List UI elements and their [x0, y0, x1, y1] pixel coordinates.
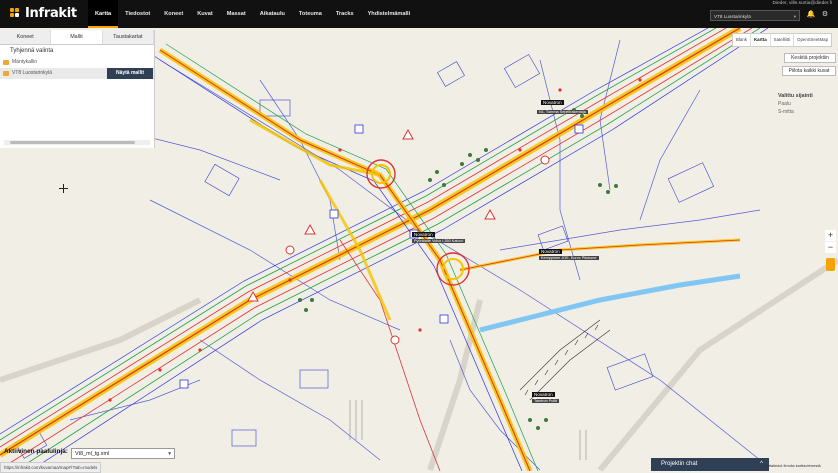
hide-all-images-label: Piilota kaikki kuvat	[788, 68, 830, 74]
machine-detail: Tamtron Pultti	[532, 399, 560, 403]
folder-item[interactable]: Mäntykallio	[0, 57, 154, 68]
tab-taustakartat[interactable]: Taustakartat	[102, 30, 154, 44]
nav-kartta[interactable]: Kartta	[88, 0, 119, 28]
offset-label: S-mitta	[778, 109, 794, 115]
clear-selection-link[interactable]: Tyhjennä valinta	[0, 45, 154, 57]
folder-icon	[3, 60, 9, 65]
chevron-down-icon: ▾	[793, 14, 796, 19]
machine-label: Novatron	[532, 392, 555, 397]
project-select[interactable]: VT8 Luostarinkylä ▾	[710, 10, 800, 21]
zoom-out-button[interactable]: −	[825, 242, 836, 253]
nav-aikataulu[interactable]: Aikataulu	[253, 0, 292, 28]
folder-item[interactable]: VT8 Luostarinkylä Näytä mallit	[0, 68, 154, 79]
gear-icon[interactable]: ⚙	[820, 10, 830, 20]
machine-label: Novatron	[539, 249, 562, 254]
map-type-switcher: Blank Kartta Satelliitti OpenStreetMap	[732, 33, 833, 47]
bell-icon[interactable]: 🔔	[806, 10, 816, 20]
machine-detail: Pyörälaite Volvo L350 Kaivuri	[412, 239, 466, 243]
machine-detail: N1, Tumma Sepelirakentaja	[537, 110, 588, 114]
logo-icon	[10, 7, 22, 20]
folder-label: Mäntykallio	[12, 59, 38, 65]
station-label: Paalu	[778, 101, 791, 107]
horizontal-scrollbar[interactable]	[4, 140, 150, 145]
machine-detail: Kemppinen JOE, Eurox Pitokone	[539, 256, 599, 260]
nav-yhdistelmamalli[interactable]: Yhdistelmämalli	[361, 0, 418, 28]
app-name: Infrakit	[25, 6, 77, 21]
tab-mallit[interactable]: Mallit	[51, 30, 103, 44]
machine-label: Novatron	[541, 100, 564, 105]
machine-marker[interactable]: Novatron Pyörälaite Volvo L350 Kaivuri	[412, 232, 466, 244]
selected-location-title: Valittu sijainti	[778, 93, 813, 99]
layers-panel: Koneet Mallit Taustakartat Tyhjennä vali…	[0, 30, 155, 148]
machine-label: Novatron	[412, 232, 435, 237]
folder-icon	[3, 71, 9, 76]
chevron-down-icon: ▾	[168, 451, 171, 457]
selected-location-panel: Valittu sijainti Paalu S-mitta	[778, 92, 836, 116]
center-project-button[interactable]: Keskitä projektiin	[784, 53, 836, 63]
nav-tracks[interactable]: Tracks	[329, 0, 361, 28]
project-select-value: VT8 Luostarinkylä	[714, 14, 751, 19]
app-logo[interactable]: Infrakit	[10, 6, 77, 21]
status-bar-url: https://infrakit.com/kuvamaa/map#/?tab=m…	[0, 462, 102, 473]
machine-marker[interactable]: Novatron	[541, 100, 564, 106]
maptype-osm[interactable]: OpenStreetMap	[794, 34, 831, 46]
show-models-button[interactable]: Näytä mallit	[107, 68, 153, 79]
tab-koneet[interactable]: Koneet	[0, 30, 52, 44]
maptype-kartta[interactable]: Kartta	[751, 34, 771, 46]
active-line-label: Aktiivinen paalulinja:	[4, 448, 68, 455]
panel-tabs: Koneet Mallit Taustakartat	[0, 30, 154, 45]
main-nav: Kartta Tiedostot Koneet Kuvat Massat Aik…	[88, 0, 417, 28]
streetview-pegman-icon[interactable]	[826, 258, 835, 271]
machine-marker[interactable]: Novatron Tamtron Pultti	[532, 392, 560, 404]
scrollbar-thumb[interactable]	[10, 141, 135, 144]
nav-toteuma[interactable]: Toteuma	[292, 0, 329, 28]
hide-all-images-button[interactable]: Piilota kaikki kuvat	[782, 66, 836, 76]
project-chat-bar[interactable]: Projektin chat ^	[651, 458, 769, 471]
maptype-satellite[interactable]: Satelliitti	[771, 34, 795, 46]
project-chat-label: Projektin chat	[661, 461, 698, 467]
zoom-in-button[interactable]: +	[825, 230, 836, 241]
nav-kuvat[interactable]: Kuvat	[190, 0, 220, 28]
active-line-select[interactable]: Vt8_ml_tg.xml ▾	[71, 448, 175, 459]
user-info[interactable]: Dieder, ville.surtia@dieder.fi	[772, 1, 832, 6]
nav-tiedostot[interactable]: Tiedostot	[118, 0, 157, 28]
nav-massat[interactable]: Massat	[220, 0, 253, 28]
active-line-value: Vt8_ml_tg.xml	[75, 451, 110, 457]
machine-marker[interactable]: Novatron Kemppinen JOE, Eurox Pitokone	[539, 249, 599, 261]
maptype-blank[interactable]: Blank	[733, 34, 751, 46]
nav-koneet[interactable]: Koneet	[157, 0, 190, 28]
crosshair-cursor	[59, 184, 68, 193]
folder-label: VT8 Luostarinkylä	[12, 70, 53, 76]
map-footer-links[interactable]: Karttatiedot Ilmoita karttavirheestä	[763, 464, 821, 468]
top-navbar: Infrakit Kartta Tiedostot Koneet Kuvat M…	[0, 0, 838, 28]
